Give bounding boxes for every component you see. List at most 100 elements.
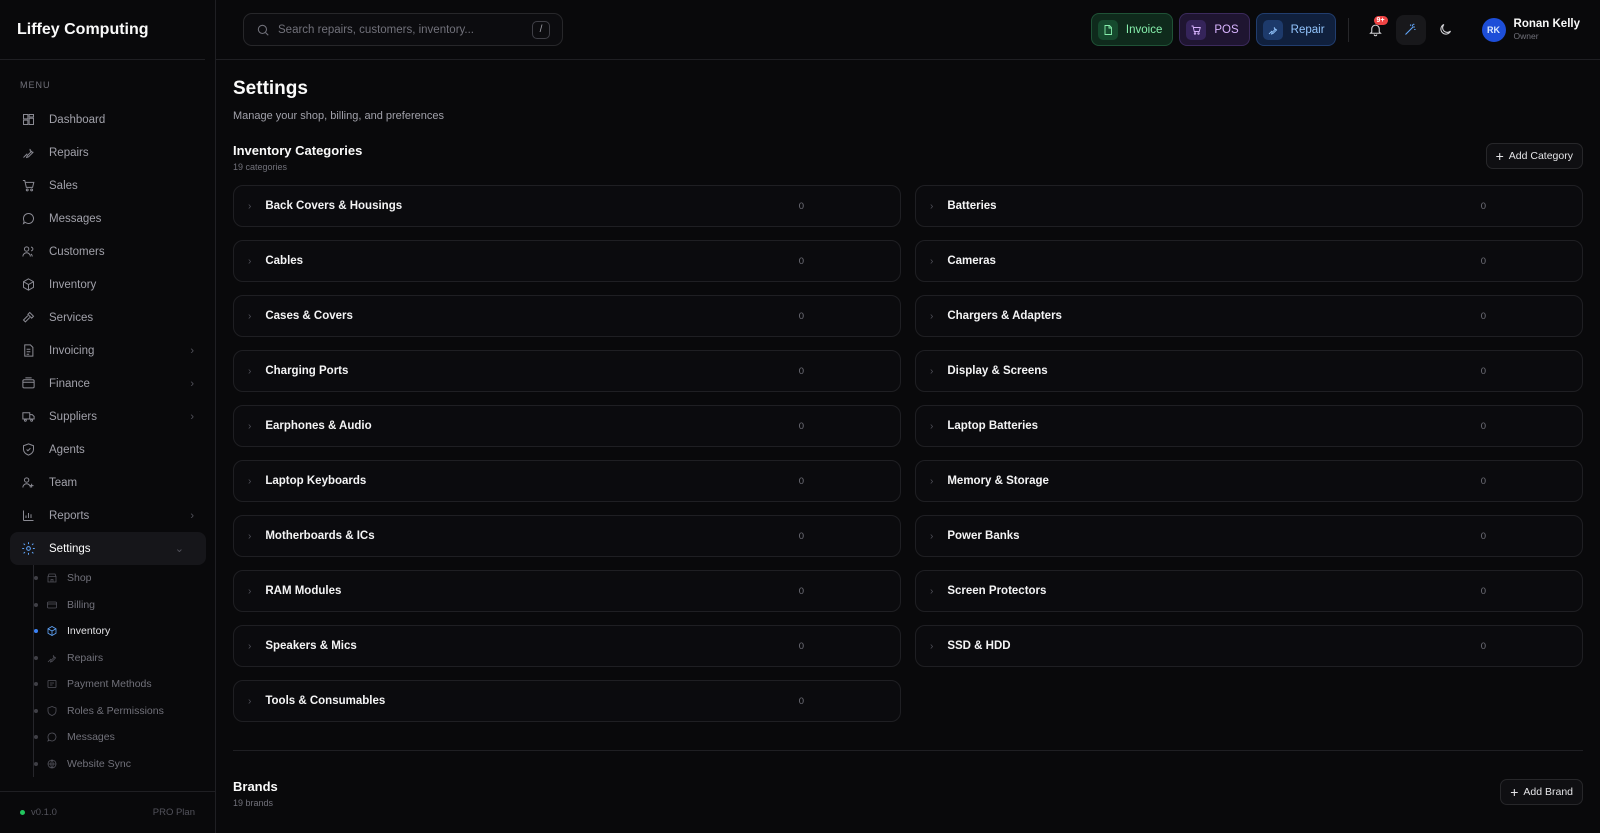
truck-icon	[20, 409, 36, 425]
category-name: Chargers & Adapters	[947, 310, 1062, 322]
category-count: 0	[798, 695, 804, 707]
invoice-icon	[20, 343, 36, 359]
add-category-button[interactable]: + Add Category	[1485, 143, 1583, 169]
sidebar-item-settings[interactable]: Settings ⌄	[10, 532, 206, 565]
sidebar-item-customers[interactable]: Customers	[0, 235, 216, 268]
add-brand-button[interactable]: + Add Brand	[1500, 779, 1583, 805]
chevron-down-icon: ⌄	[174, 543, 184, 555]
sidebar-item-label: Team	[49, 476, 78, 489]
notifications-button[interactable]: 9+	[1361, 15, 1391, 45]
category-count: 0	[1480, 475, 1486, 487]
cart-icon	[20, 178, 36, 194]
category-row[interactable]: › Chargers & Adapters 0	[915, 295, 1583, 337]
sidebar-item-finance[interactable]: Finance ›	[0, 367, 216, 400]
user-name: Ronan Kelly	[1513, 17, 1580, 30]
bullet-dot	[34, 735, 38, 740]
settings-subitem-inventory[interactable]: Inventory	[34, 618, 215, 645]
chevron-right-icon: ›	[248, 420, 252, 432]
new-invoice-button[interactable]: Invoice	[1090, 13, 1174, 46]
new-repair-button[interactable]: Repair	[1255, 13, 1336, 46]
wallet-icon	[20, 376, 36, 392]
chevron-right-icon: ›	[248, 255, 252, 267]
globe-icon	[46, 758, 58, 770]
chevron-right-icon: ›	[248, 365, 252, 377]
category-row[interactable]: › Earphones & Audio 0	[233, 405, 901, 447]
category-name: RAM Modules	[265, 585, 342, 597]
category-row[interactable]: › Batteries 0	[915, 185, 1583, 227]
sidebar-item-suppliers[interactable]: Suppliers ›	[0, 400, 216, 433]
category-row[interactable]: › RAM Modules 0	[233, 570, 901, 612]
sidebar-item-team[interactable]: Team	[0, 466, 216, 499]
settings-subitem-payment-methods[interactable]: Payment Methods	[34, 671, 215, 698]
bullet-dot	[34, 761, 38, 766]
chevron-right-icon: ›	[930, 585, 934, 597]
sidebar-item-agents[interactable]: Agents	[0, 433, 216, 466]
category-row[interactable]: › Back Covers & Housings 0	[233, 185, 901, 227]
sidebar-item-reports[interactable]: Reports ›	[0, 499, 216, 532]
topbar: Search repairs, customers, inventory... …	[216, 0, 1600, 60]
sidebar-item-label: Settings	[49, 542, 91, 555]
sidebar-item-dashboard[interactable]: Dashboard	[0, 103, 216, 136]
subitem-label: Inventory	[67, 625, 111, 638]
add-category-label: Add Category	[1508, 150, 1573, 162]
category-row[interactable]: › Charging Ports 0	[233, 350, 901, 392]
sidebar-item-label: Reports	[49, 509, 90, 522]
category-row[interactable]: › SSD & HDD 0	[915, 625, 1583, 667]
category-row[interactable]: › Memory & Storage 0	[915, 460, 1583, 502]
category-row[interactable]: › Screen Protectors 0	[915, 570, 1583, 612]
category-row[interactable]: › Laptop Keyboards 0	[233, 460, 901, 502]
wrench-icon	[46, 652, 58, 664]
settings-subitem-billing[interactable]: Billing	[34, 592, 215, 619]
sidebar-item-inventory[interactable]: Inventory	[0, 268, 216, 301]
category-row[interactable]: › Cases & Covers 0	[233, 295, 901, 337]
categories-count: 19 categories	[233, 162, 288, 172]
category-row[interactable]: › Display & Screens 0	[915, 350, 1583, 392]
category-row[interactable]: › Laptop Batteries 0	[915, 405, 1583, 447]
category-row[interactable]: › Cables 0	[233, 240, 901, 282]
category-name: Cameras	[947, 255, 996, 267]
chevron-right-icon: ›	[190, 509, 194, 522]
settings-subitem-roles-permissions[interactable]: Roles & Permissions	[34, 698, 215, 725]
chevron-right-icon: ›	[930, 475, 934, 487]
category-row[interactable]: › Motherboards & ICs 0	[233, 515, 901, 557]
chevron-right-icon: ›	[248, 530, 252, 542]
team-icon	[20, 475, 36, 491]
chevron-right-icon: ›	[930, 420, 934, 432]
sidebar-item-repairs[interactable]: Repairs	[0, 136, 216, 169]
bullet-dot	[34, 708, 38, 713]
pos-button-label: POS	[1214, 23, 1239, 36]
category-count: 0	[1480, 200, 1486, 212]
category-count: 0	[1480, 585, 1486, 597]
category-row[interactable]: › Cameras 0	[915, 240, 1583, 282]
theme-toggle-button[interactable]	[1431, 15, 1461, 45]
dashboard-icon	[20, 112, 36, 128]
gear-icon	[20, 541, 36, 557]
category-count: 0	[1480, 640, 1486, 652]
sidebar-item-invoicing[interactable]: Invoicing ›	[0, 334, 216, 367]
sidebar-item-sales[interactable]: Sales	[0, 169, 216, 202]
search-placeholder: Search repairs, customers, inventory...	[278, 23, 474, 36]
category-row[interactable]: › Tools & Consumables 0	[233, 680, 901, 722]
status-dot	[20, 810, 25, 815]
category-name: Power Banks	[947, 530, 1020, 542]
app-logo-text: Liffey Computing	[0, 0, 205, 60]
ai-assistant-button[interactable]	[1395, 14, 1426, 45]
settings-subitem-messages[interactable]: Messages	[34, 724, 215, 751]
category-count: 0	[1480, 530, 1486, 542]
category-count: 0	[798, 255, 804, 267]
settings-subitem-repairs[interactable]: Repairs	[34, 645, 215, 672]
top-actions: Invoice POS Repair 9+ RK Ronan Kelly Own…	[1085, 13, 1580, 46]
pos-button[interactable]: POS	[1179, 13, 1250, 46]
sidebar-item-messages[interactable]: Messages	[0, 202, 216, 235]
category-name: Charging Ports	[265, 365, 349, 377]
settings-subitem-website-sync[interactable]: Website Sync	[34, 751, 215, 778]
search-input[interactable]: Search repairs, customers, inventory... …	[243, 13, 563, 46]
category-row[interactable]: › Speakers & Mics 0	[233, 625, 901, 667]
category-row[interactable]: › Power Banks 0	[915, 515, 1583, 557]
chevron-right-icon: ›	[248, 310, 252, 322]
search-icon	[257, 24, 269, 36]
settings-subitem-shop[interactable]: Shop	[34, 565, 215, 592]
user-menu[interactable]: RK Ronan Kelly Owner	[1481, 17, 1580, 42]
sidebar-item-services[interactable]: Services	[0, 301, 216, 334]
categories-header: Inventory Categories 19 categories + Add…	[233, 143, 1583, 172]
